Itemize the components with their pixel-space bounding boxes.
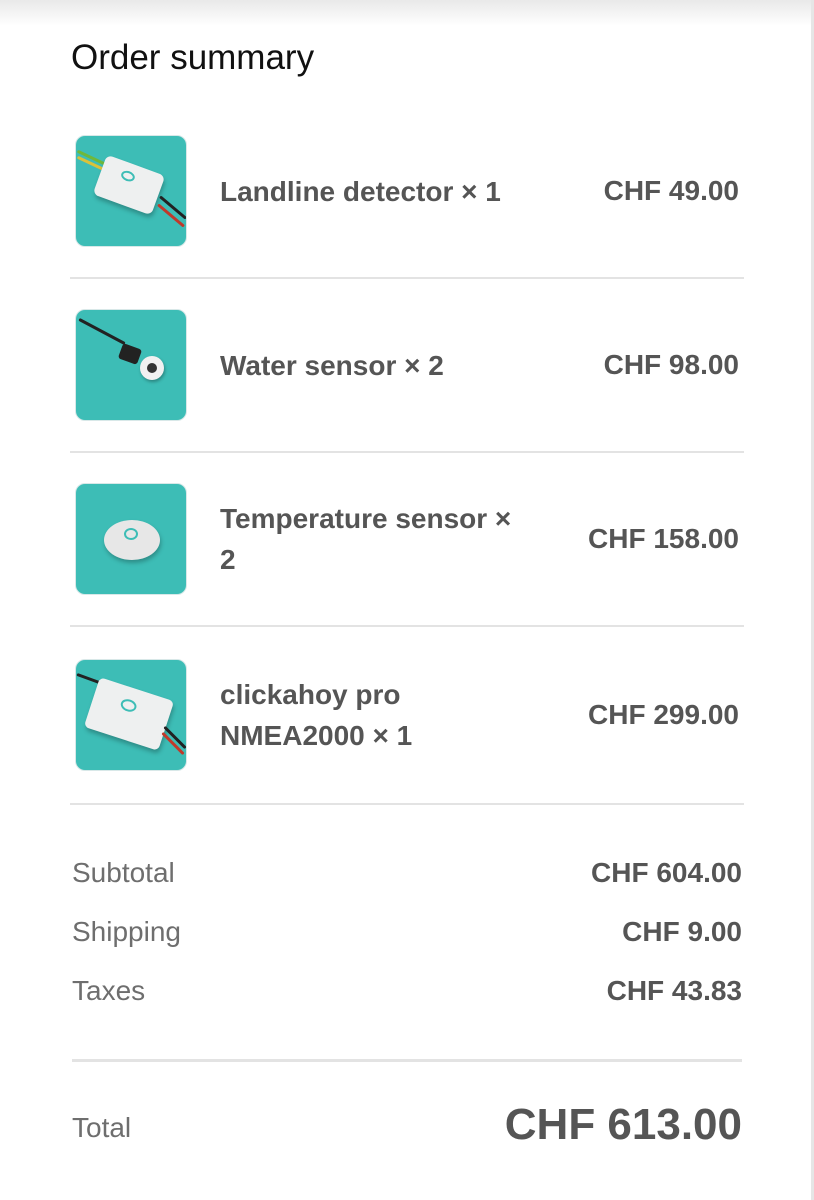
page-title: Order summary	[71, 38, 315, 77]
subtotal-value: CHF 604.00	[591, 857, 742, 888]
taxes-label: Taxes	[72, 975, 146, 1006]
item-name: Water sensor × 2	[220, 349, 444, 381]
item-name: Landline detector × 1	[220, 175, 501, 207]
shipping-label: Shipping	[72, 916, 181, 947]
list-item: Landline detector × 1 CHF 49.00	[70, 105, 744, 279]
item-price: CHF 49.00	[603, 175, 739, 206]
list-item: Water sensor × 2 CHF 98.00	[70, 279, 744, 453]
shipping-value: CHF 9.00	[622, 916, 742, 947]
clickahoy-pro-image	[75, 659, 187, 771]
item-name: clickahoy pro NMEA2000 × 1	[220, 679, 413, 751]
temperature-sensor-image	[75, 483, 187, 595]
taxes-row: Taxes CHF 43.83	[72, 975, 742, 1015]
total-divider	[72, 1059, 742, 1062]
landline-detector-image	[75, 135, 187, 247]
list-item: Temperature sensor × 2 CHF 158.00	[70, 453, 744, 627]
item-price: CHF 299.00	[588, 699, 739, 730]
shipping-row: Shipping CHF 9.00	[72, 916, 742, 956]
subtotal-label: Subtotal	[72, 857, 175, 888]
item-name: Temperature sensor × 2	[220, 503, 512, 575]
item-price: CHF 98.00	[603, 349, 739, 380]
subtotal-row: Subtotal CHF 604.00	[72, 857, 742, 897]
total-label: Total	[72, 1112, 132, 1143]
water-sensor-image	[75, 309, 187, 421]
taxes-value: CHF 43.83	[606, 975, 742, 1006]
order-items-list: Landline detector × 1 CHF 49.00 Water se…	[70, 105, 744, 805]
total-value: CHF 613.00	[504, 1100, 742, 1149]
list-item: clickahoy pro NMEA2000 × 1 CHF 299.00	[70, 627, 744, 805]
top-shadow	[0, 0, 814, 26]
item-price: CHF 158.00	[588, 523, 739, 554]
